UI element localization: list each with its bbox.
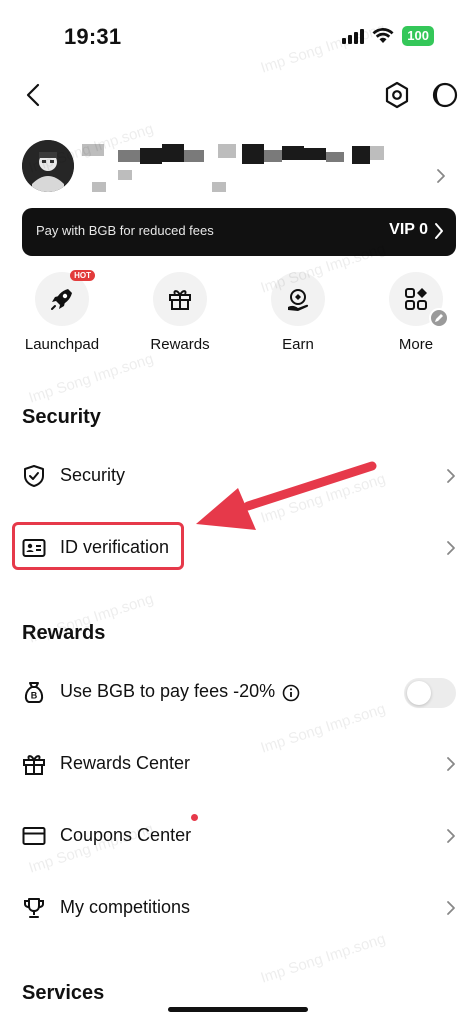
status-bar: 19:31 100 — [0, 0, 474, 70]
earn-icon — [288, 289, 309, 311]
menu-item-security[interactable]: Security — [0, 446, 474, 506]
quick-action-rewards[interactable]: Rewards — [132, 272, 228, 353]
chevron-right-icon — [447, 469, 455, 483]
top-nav — [0, 76, 474, 116]
vip-level: VIP 0 — [389, 221, 428, 238]
menu-item-label: Security — [60, 465, 126, 485]
avatar-image — [22, 140, 74, 192]
watermark: Imp Song Imp.song — [258, 930, 388, 987]
pencil-icon — [435, 314, 443, 322]
quick-action-launchpad[interactable]: HOT Launchpad — [14, 270, 110, 353]
section-title-rewards: Rewards — [22, 622, 106, 644]
hot-badge: HOT — [70, 270, 95, 281]
back-button[interactable] — [18, 78, 48, 112]
edit-badge — [429, 308, 449, 328]
annotation-highlight-box — [12, 522, 184, 570]
home-indicator — [168, 1007, 308, 1012]
bgb-coin-bag-icon: B — [24, 682, 44, 703]
settings-button[interactable] — [380, 78, 414, 112]
chevron-right-icon — [437, 169, 445, 183]
quick-action-label: Earn — [282, 336, 314, 353]
section-title-security: Security — [22, 406, 101, 428]
quick-action-label: More — [398, 336, 434, 353]
quick-action-label: Rewards — [150, 336, 210, 353]
chevron-right-icon — [447, 757, 455, 771]
gift-icon — [23, 755, 45, 775]
grid-more-icon — [405, 288, 427, 310]
moon-icon — [432, 82, 458, 108]
quick-action-more[interactable]: More — [368, 272, 464, 353]
shield-icon — [24, 465, 44, 487]
trophy-icon — [24, 898, 44, 918]
quick-actions: HOT Launchpad Rewards Earn More — [0, 270, 474, 362]
quick-action-earn[interactable]: Earn — [250, 272, 346, 353]
menu-item-my-competitions[interactable]: My competitions — [0, 878, 474, 938]
notification-dot — [191, 814, 198, 821]
hexagon-settings-icon — [385, 81, 409, 109]
info-icon[interactable] — [282, 684, 300, 702]
menu-item-label: My competitions — [60, 897, 191, 917]
quick-action-label: Launchpad — [24, 336, 100, 353]
chevron-right-icon — [435, 223, 443, 239]
toggle-knob — [407, 681, 431, 705]
menu-item-label: Use BGB to pay fees -20% — [60, 681, 276, 701]
bgb-fee-toggle[interactable] — [404, 678, 456, 708]
svg-text:B: B — [31, 691, 38, 701]
battery-indicator: 100 — [402, 26, 434, 46]
chevron-right-icon — [447, 541, 455, 555]
vip-banner[interactable]: Pay with BGB for reduced fees VIP 0 — [22, 208, 456, 256]
menu-item-rewards-center[interactable]: Rewards Center — [0, 734, 474, 794]
section-title-services: Services — [22, 982, 105, 1004]
menu-item-label: Coupons Center — [60, 825, 192, 845]
status-icons: 100 — [342, 26, 434, 46]
menu-item-label: Rewards Center — [60, 753, 191, 773]
rocket-icon — [51, 289, 72, 310]
chevron-right-icon — [447, 829, 455, 843]
chevron-left-icon — [26, 83, 40, 107]
chevron-right-icon — [447, 901, 455, 915]
gift-icon — [169, 290, 191, 310]
menu-item-bgb-fee: B Use BGB to pay fees -20% — [0, 662, 474, 722]
cellular-signal-icon — [342, 28, 365, 44]
menu-item-coupons-center[interactable]: Coupons Center — [0, 806, 474, 866]
vip-banner-text: Pay with BGB for reduced fees — [36, 223, 214, 238]
avatar[interactable] — [22, 140, 74, 192]
status-time: 19:31 — [64, 24, 122, 49]
profile-card[interactable] — [22, 140, 452, 200]
theme-toggle-button[interactable] — [428, 78, 462, 112]
coupon-icon — [22, 827, 46, 845]
wifi-icon — [372, 28, 394, 43]
